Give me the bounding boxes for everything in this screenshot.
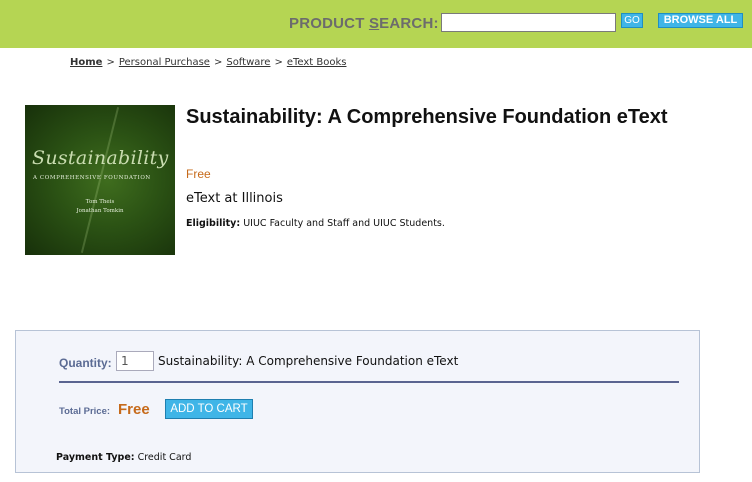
breadcrumb-separator: > xyxy=(213,57,223,68)
payment-type-value: Credit Card xyxy=(137,452,192,463)
cover-author: Tom Theis xyxy=(85,199,115,205)
product-title: Sustainability: A Comprehensive Foundati… xyxy=(186,106,668,128)
eligibility-info: Eligibility: UIUC Faculty and Staff and … xyxy=(186,218,445,229)
payment-type: Payment Type: Credit Card xyxy=(56,452,191,463)
cart-divider xyxy=(59,381,679,383)
eligibility-label: Eligibility: xyxy=(186,218,241,229)
breadcrumb-etext-books[interactable]: eText Books xyxy=(287,57,347,68)
top-bar: PRODUCT SEARCH: GO BROWSE ALL xyxy=(0,0,752,48)
cart-item-name: Sustainability: A Comprehensive Foundati… xyxy=(158,354,459,368)
quantity-input[interactable]: 1 xyxy=(116,351,154,371)
product-search-input[interactable] xyxy=(441,13,616,32)
add-to-cart-button[interactable]: ADD TO CART xyxy=(165,399,253,419)
eligibility-value: UIUC Faculty and Staff and UIUC Students… xyxy=(243,218,445,229)
browse-all-button[interactable]: BROWSE ALL xyxy=(658,13,743,28)
go-button[interactable]: GO xyxy=(621,13,643,28)
cart-panel: Quantity: 1 Sustainability: A Comprehens… xyxy=(15,330,700,473)
product-search-label: PRODUCT SEARCH: xyxy=(289,15,439,32)
payment-type-label: Payment Type: xyxy=(56,452,135,463)
total-price-value: Free xyxy=(118,401,150,418)
cover-title: Sustainability xyxy=(32,147,169,169)
breadcrumb: Home > Personal Purchase > Software > eText Bo… xyxy=(70,57,346,68)
breadcrumb-software[interactable]: Software xyxy=(226,57,270,68)
breadcrumb-separator: > xyxy=(274,57,283,68)
quantity-label: Quantity: xyxy=(59,356,112,370)
breadcrumb-personal-purchase[interactable]: Personal Purchase xyxy=(119,57,210,68)
cover-subtitle: A COMPREHENSIVE FOUNDATION xyxy=(33,175,151,181)
product-price: Free xyxy=(186,167,211,181)
product-cover-image: Sustainability A COMPREHENSIVE FOUNDATIO… xyxy=(25,105,175,255)
breadcrumb-home[interactable]: Home xyxy=(70,57,102,68)
cover-author: Jonathan Tomkin xyxy=(76,208,124,214)
breadcrumb-separator: > xyxy=(106,57,115,68)
product-variant: eText at Illinois xyxy=(186,191,283,206)
total-price-label: Total Price: xyxy=(59,406,111,417)
